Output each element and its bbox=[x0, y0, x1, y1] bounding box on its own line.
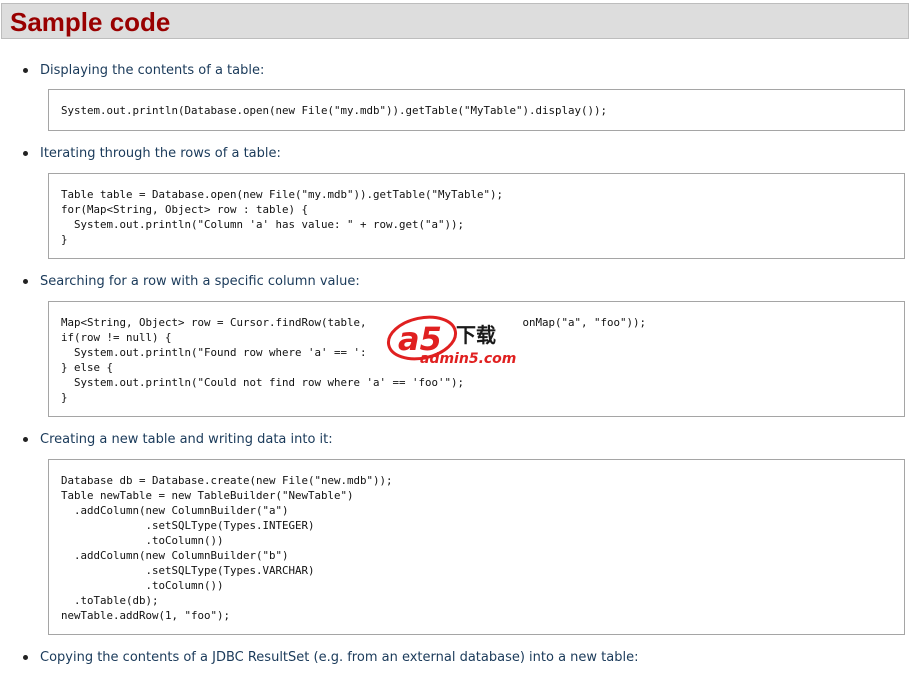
list-item: Searching for a row with a specific colu… bbox=[23, 272, 360, 290]
list-item-label: Iterating through the rows of a table: bbox=[40, 145, 281, 161]
page-title: Sample code bbox=[10, 7, 171, 37]
list-item: Iterating through the rows of a table: bbox=[23, 144, 281, 162]
code-block: Table table = Database.open(new File("my… bbox=[48, 173, 905, 259]
list-item: Displaying the contents of a table: bbox=[23, 61, 264, 79]
code-block: System.out.println(Database.open(new Fil… bbox=[48, 89, 905, 131]
list-item-label: Displaying the contents of a table: bbox=[40, 62, 265, 78]
code-text: Table table = Database.open(new File("my… bbox=[61, 188, 504, 246]
list-item-label: Copying the contents of a JDBC ResultSet… bbox=[40, 649, 639, 665]
a5-logo-icon: a5 下载 admin5.com bbox=[386, 315, 516, 367]
logo-site-text: admin5.com bbox=[420, 351, 516, 366]
list-item-label: Creating a new table and writing data in… bbox=[40, 431, 333, 447]
code-text: Database db = Database.create(new File("… bbox=[61, 474, 393, 622]
logo-chars-text: 下载 bbox=[456, 323, 496, 347]
list-item: Copying the contents of a JDBC ResultSet… bbox=[23, 648, 639, 666]
list-item: Creating a new table and writing data in… bbox=[23, 430, 333, 448]
code-block: Database db = Database.create(new File("… bbox=[48, 459, 905, 635]
section-header: Sample code bbox=[1, 3, 909, 39]
watermark-logo: a5 下载 admin5.com bbox=[384, 314, 524, 367]
code-text: Map<String, Object> row = Cursor.findRow… bbox=[61, 316, 647, 404]
bullet-icon bbox=[23, 67, 28, 73]
bullet-icon bbox=[23, 654, 28, 660]
bullet-icon bbox=[23, 278, 28, 284]
code-text: System.out.println(Database.open(new Fil… bbox=[61, 104, 608, 117]
list-item-label: Searching for a row with a specific colu… bbox=[40, 273, 360, 289]
bullet-icon bbox=[23, 436, 28, 442]
bullet-icon bbox=[23, 150, 28, 156]
